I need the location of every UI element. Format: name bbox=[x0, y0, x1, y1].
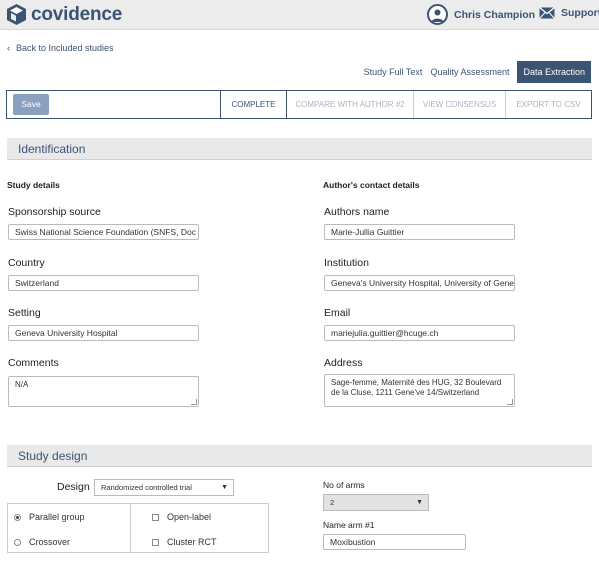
address-textarea[interactable]: Sage-femme, Maternité des HUG, 32 Boulev… bbox=[324, 374, 515, 407]
email-input[interactable]: mariejulia.guittier@hcuge.ch bbox=[324, 325, 515, 341]
study-details-heading: Study details bbox=[7, 180, 60, 190]
save-button[interactable]: Save bbox=[13, 94, 49, 115]
crossover-option[interactable]: Crossover bbox=[14, 537, 70, 547]
parallel-group-option[interactable]: Parallel group bbox=[14, 512, 85, 522]
checkbox-icon[interactable] bbox=[152, 538, 159, 546]
radio-unselected-icon[interactable] bbox=[14, 538, 21, 546]
back-to-included-studies-link[interactable]: ‹ Back to Included studies bbox=[7, 43, 114, 53]
address-value: Sage-femme, Maternité des HUG, 32 Boulev… bbox=[331, 378, 502, 397]
review-tabs: Study Full Text Quality Assessment Data … bbox=[360, 61, 591, 83]
authors-name-input[interactable]: Marie-Jullia Guittier bbox=[324, 224, 515, 240]
comments-textarea[interactable]: N/A bbox=[8, 376, 199, 407]
design-select[interactable]: Randomized controlled trial ▼ bbox=[94, 479, 234, 496]
comments-label: Comments bbox=[8, 357, 59, 369]
cluster-rct-label: Cluster RCT bbox=[167, 537, 217, 547]
view-consensus-button[interactable]: VIEW CONSENSUS bbox=[414, 91, 506, 118]
institution-input[interactable]: Geneva's University Hospital, University… bbox=[324, 275, 515, 291]
top-bar: covidence Chris Champion Support bbox=[0, 0, 599, 30]
identification-title: Identification bbox=[18, 142, 86, 156]
covidence-logo[interactable]: covidence bbox=[7, 4, 122, 25]
compare-with-author-button[interactable]: COMPARE WITH AUTHOR #2 bbox=[287, 91, 414, 118]
identification-section-header: Identification bbox=[7, 138, 592, 160]
no-of-arms-select[interactable]: 2 ▼ bbox=[323, 494, 429, 511]
institution-label: Institution bbox=[324, 257, 369, 269]
crossover-label: Crossover bbox=[29, 537, 71, 547]
support-label: Support bbox=[561, 7, 599, 19]
radio-selected-icon[interactable] bbox=[14, 513, 21, 521]
setting-input[interactable]: Geneva University Hospital bbox=[8, 325, 199, 341]
country-label: Country bbox=[8, 257, 45, 269]
save-cell: Save bbox=[7, 91, 221, 118]
comments-value: N/A bbox=[15, 380, 29, 389]
chevron-left-icon: ‹ bbox=[7, 43, 10, 53]
no-of-arms-label: No of arms bbox=[323, 480, 365, 490]
sponsorship-source-label: Sponsorship source bbox=[8, 206, 101, 218]
caret-down-icon: ▼ bbox=[221, 484, 228, 491]
back-link-label: Back to Included studies bbox=[16, 43, 114, 53]
user-name: Chris Champion bbox=[454, 8, 536, 21]
action-bar: Save COMPLETE COMPARE WITH AUTHOR #2 VIE… bbox=[6, 90, 592, 119]
tab-study-full-text[interactable]: Study Full Text bbox=[360, 61, 427, 83]
design-options-grid: Parallel group Crossover Open-label Clus… bbox=[7, 503, 269, 553]
tab-quality-assessment[interactable]: Quality Assessment bbox=[426, 61, 513, 83]
sponsorship-source-input[interactable]: Swiss National Science Foundation (SNFS,… bbox=[8, 224, 199, 240]
caret-down-icon: ▼ bbox=[416, 499, 423, 506]
name-arm-input[interactable]: Moxibustion bbox=[323, 534, 466, 550]
authors-name-label: Authors name bbox=[324, 206, 390, 218]
logo-mark-icon bbox=[7, 4, 26, 25]
address-label: Address bbox=[324, 357, 363, 369]
resize-handle-icon[interactable] bbox=[191, 399, 197, 405]
mail-icon bbox=[539, 7, 555, 19]
country-input[interactable]: Switzerland bbox=[8, 275, 199, 291]
name-arm-label: Name arm #1 bbox=[323, 520, 375, 530]
setting-label: Setting bbox=[8, 307, 41, 319]
user-menu[interactable]: Chris Champion bbox=[427, 4, 535, 25]
checkbox-icon[interactable] bbox=[152, 513, 159, 521]
design-select-value: Randomized controlled trial bbox=[101, 483, 192, 492]
resize-handle-icon[interactable] bbox=[507, 399, 513, 405]
author-contact-heading: Author's contact details bbox=[323, 180, 420, 190]
export-to-csv-button[interactable]: EXPORT TO CSV bbox=[506, 91, 591, 118]
open-label-option[interactable]: Open-label bbox=[152, 512, 211, 522]
email-label: Email bbox=[324, 307, 351, 319]
parallel-group-label: Parallel group bbox=[29, 512, 85, 522]
tab-data-extraction[interactable]: Data Extraction bbox=[517, 61, 591, 83]
complete-button[interactable]: COMPLETE bbox=[221, 91, 287, 118]
grid-divider bbox=[130, 504, 131, 552]
user-avatar-icon bbox=[427, 4, 448, 25]
support-link[interactable]: Support bbox=[539, 7, 599, 19]
open-label-label: Open-label bbox=[167, 512, 212, 522]
brand-name: covidence bbox=[31, 4, 123, 25]
study-design-section-header: Study design bbox=[7, 445, 592, 467]
cluster-rct-option[interactable]: Cluster RCT bbox=[152, 537, 217, 547]
no-of-arms-value: 2 bbox=[330, 498, 335, 507]
design-label: Design bbox=[57, 481, 90, 493]
study-design-title: Study design bbox=[18, 449, 88, 463]
